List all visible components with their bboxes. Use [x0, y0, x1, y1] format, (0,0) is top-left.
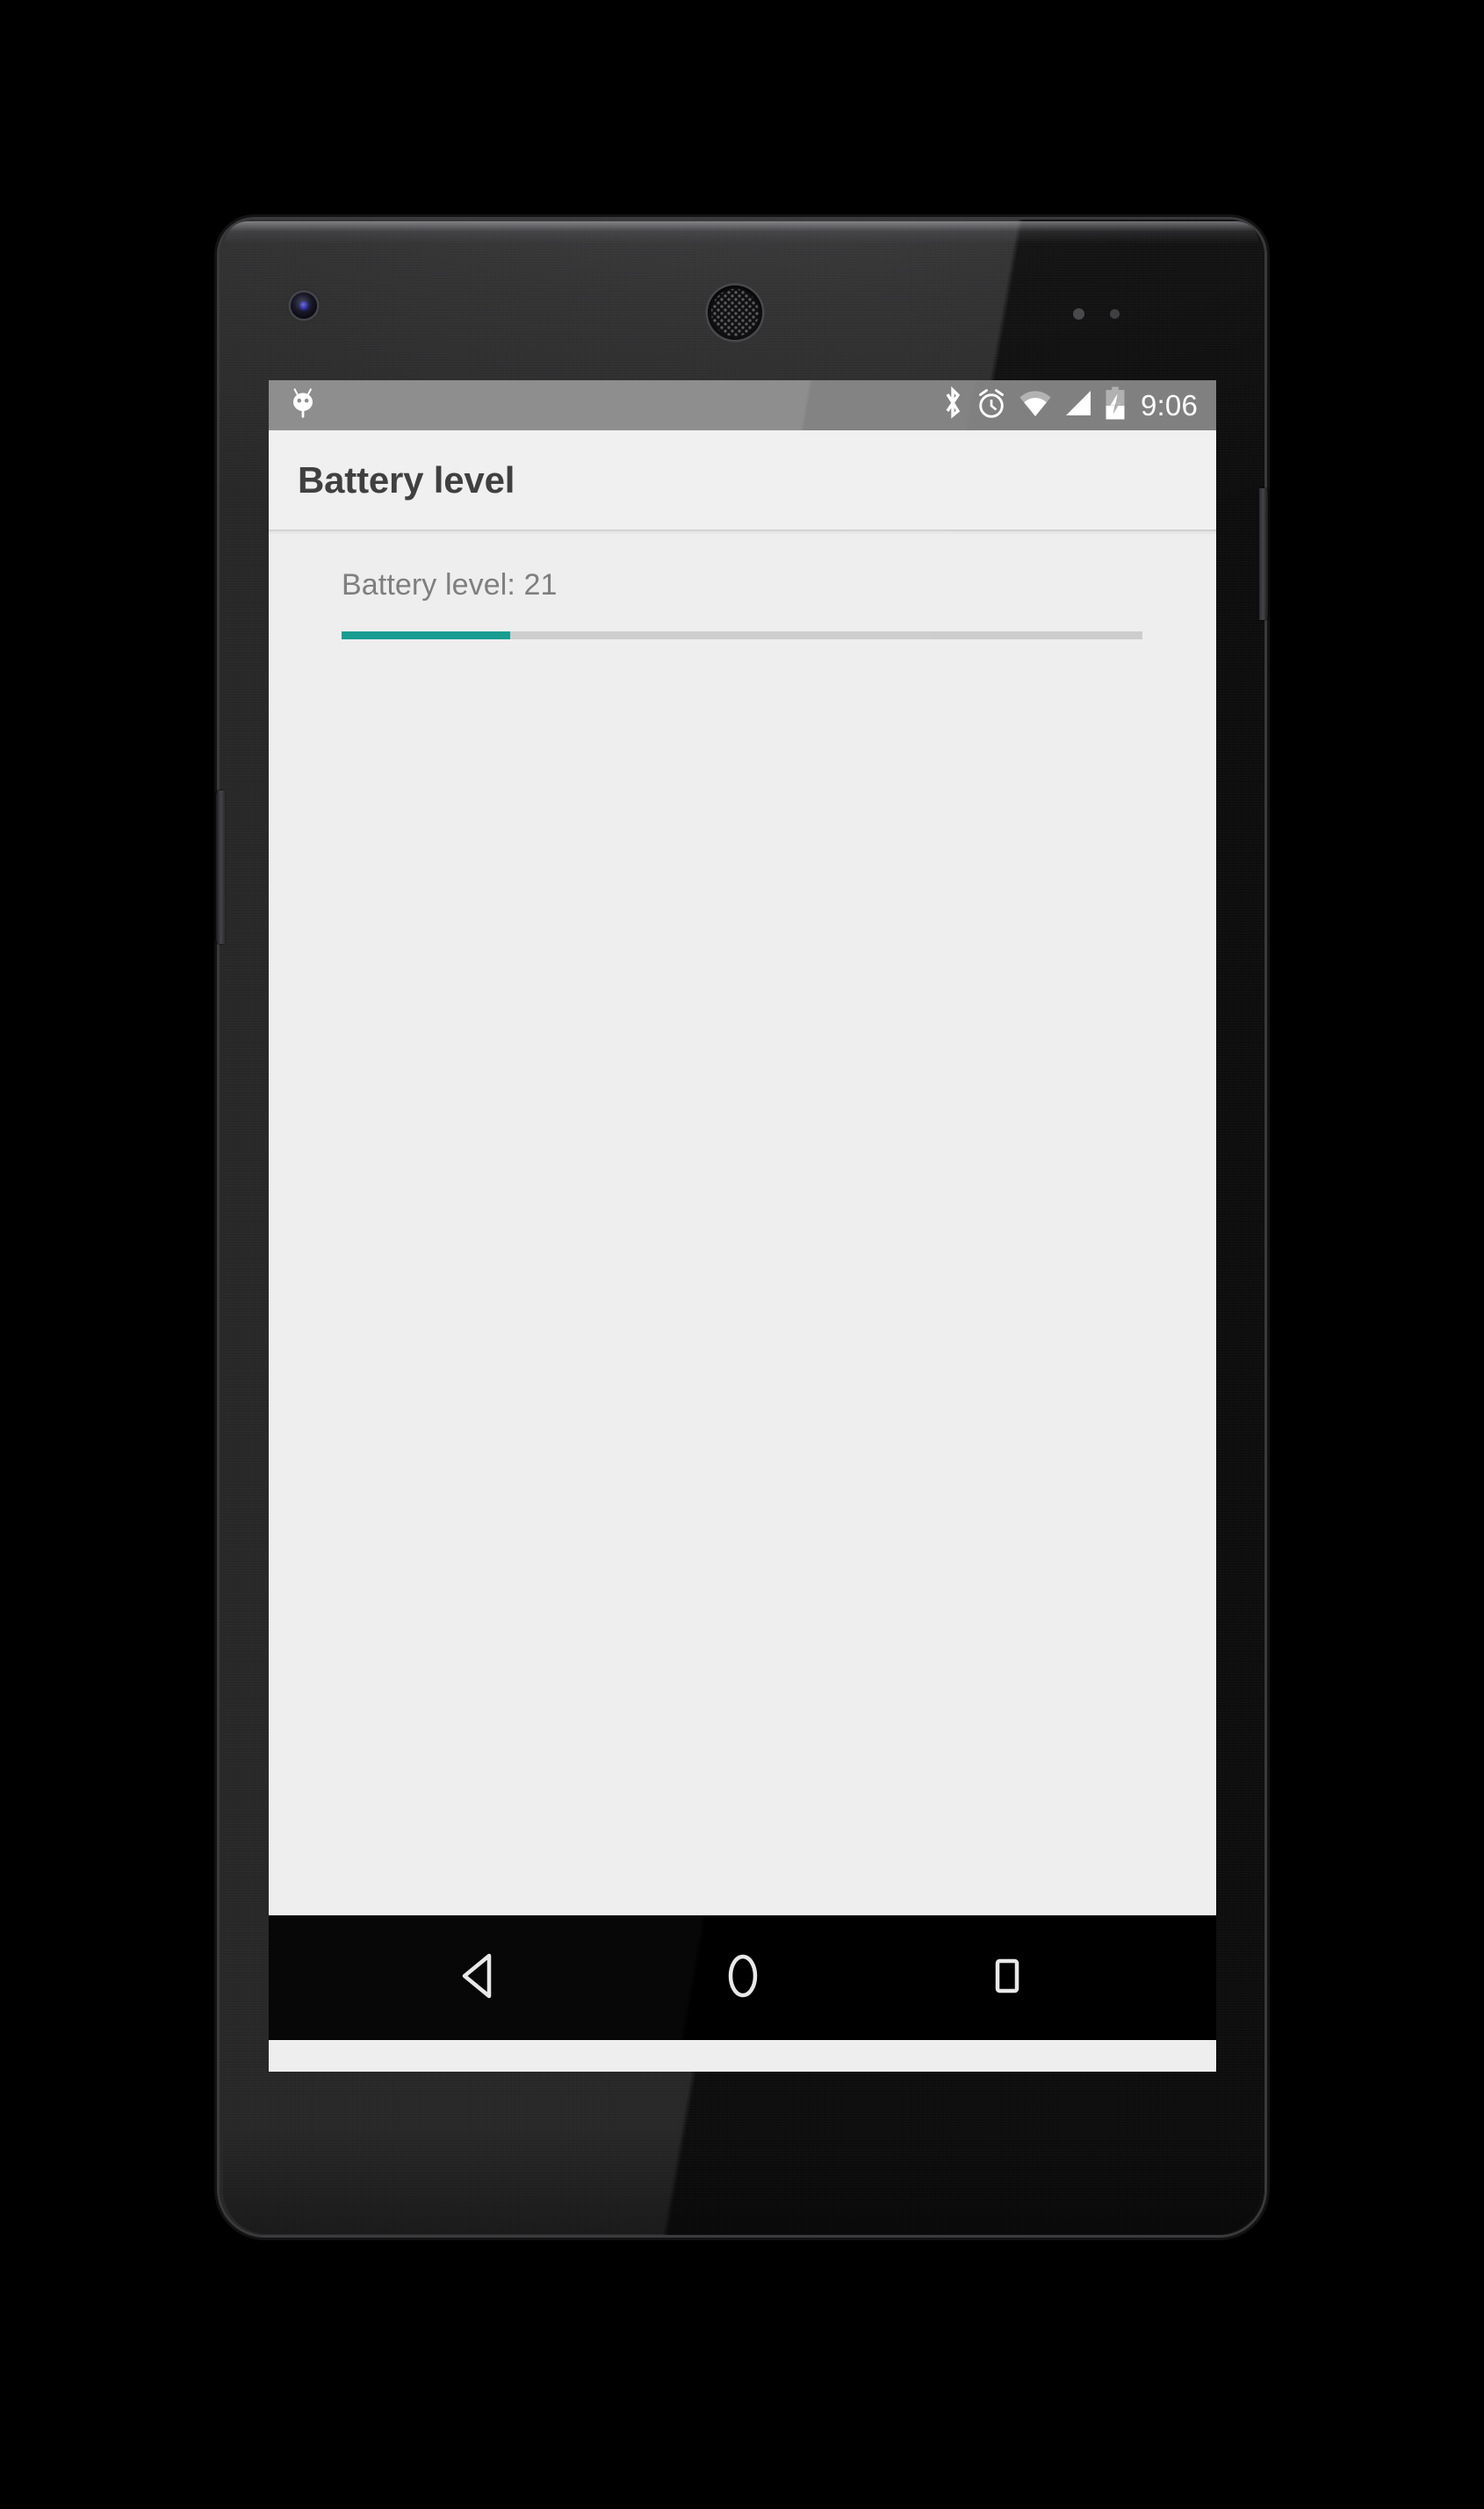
page-title: Battery level: [298, 458, 515, 501]
navigation-bar: [269, 1915, 1216, 2040]
proximity-sensor: [1073, 308, 1084, 320]
earpiece-speaker-grille: [711, 289, 759, 336]
wifi-icon: [1019, 389, 1052, 422]
status-bar[interactable]: 9:06: [269, 380, 1216, 430]
front-camera: [291, 292, 317, 319]
main-content: Battery level: 21: [269, 535, 1216, 1915]
bezel-top-highlight: [225, 221, 1259, 244]
volume-rocker[interactable]: [216, 790, 225, 944]
cellular-signal-icon: [1063, 389, 1093, 422]
android-bugdroid-icon: [290, 387, 316, 423]
home-circle-icon: [720, 1950, 766, 2006]
phone-screen: 9:06 Battery level Battery level: 21: [269, 380, 1216, 2072]
front-camera-lens: [299, 300, 309, 311]
battery-level-label: Battery level: 21: [342, 568, 558, 602]
battery-charging-icon: [1105, 386, 1126, 424]
earpiece-speaker: [708, 285, 762, 340]
alarm-icon: [976, 386, 1007, 424]
nav-back-button[interactable]: [413, 1915, 544, 2040]
battery-progress-bar: [342, 631, 1142, 639]
battery-progress-container: [269, 631, 1216, 639]
nav-home-button[interactable]: [677, 1915, 809, 2040]
bluetooth-icon: [941, 386, 964, 424]
app-bar: Battery level: [269, 430, 1216, 530]
power-button[interactable]: [1259, 488, 1268, 620]
back-triangle-icon: [456, 1950, 501, 2006]
status-bar-notification-area[interactable]: [290, 387, 941, 423]
recents-square-icon: [984, 1950, 1030, 2006]
bezel-bottom-shade: [223, 2129, 1261, 2234]
status-bar-system-icons[interactable]: 9:06: [941, 386, 1198, 424]
battery-progress-fill: [342, 631, 510, 639]
nav-recents-button[interactable]: [941, 1915, 1073, 2040]
light-sensor: [1110, 309, 1120, 319]
status-bar-clock: 9:06: [1140, 388, 1198, 422]
